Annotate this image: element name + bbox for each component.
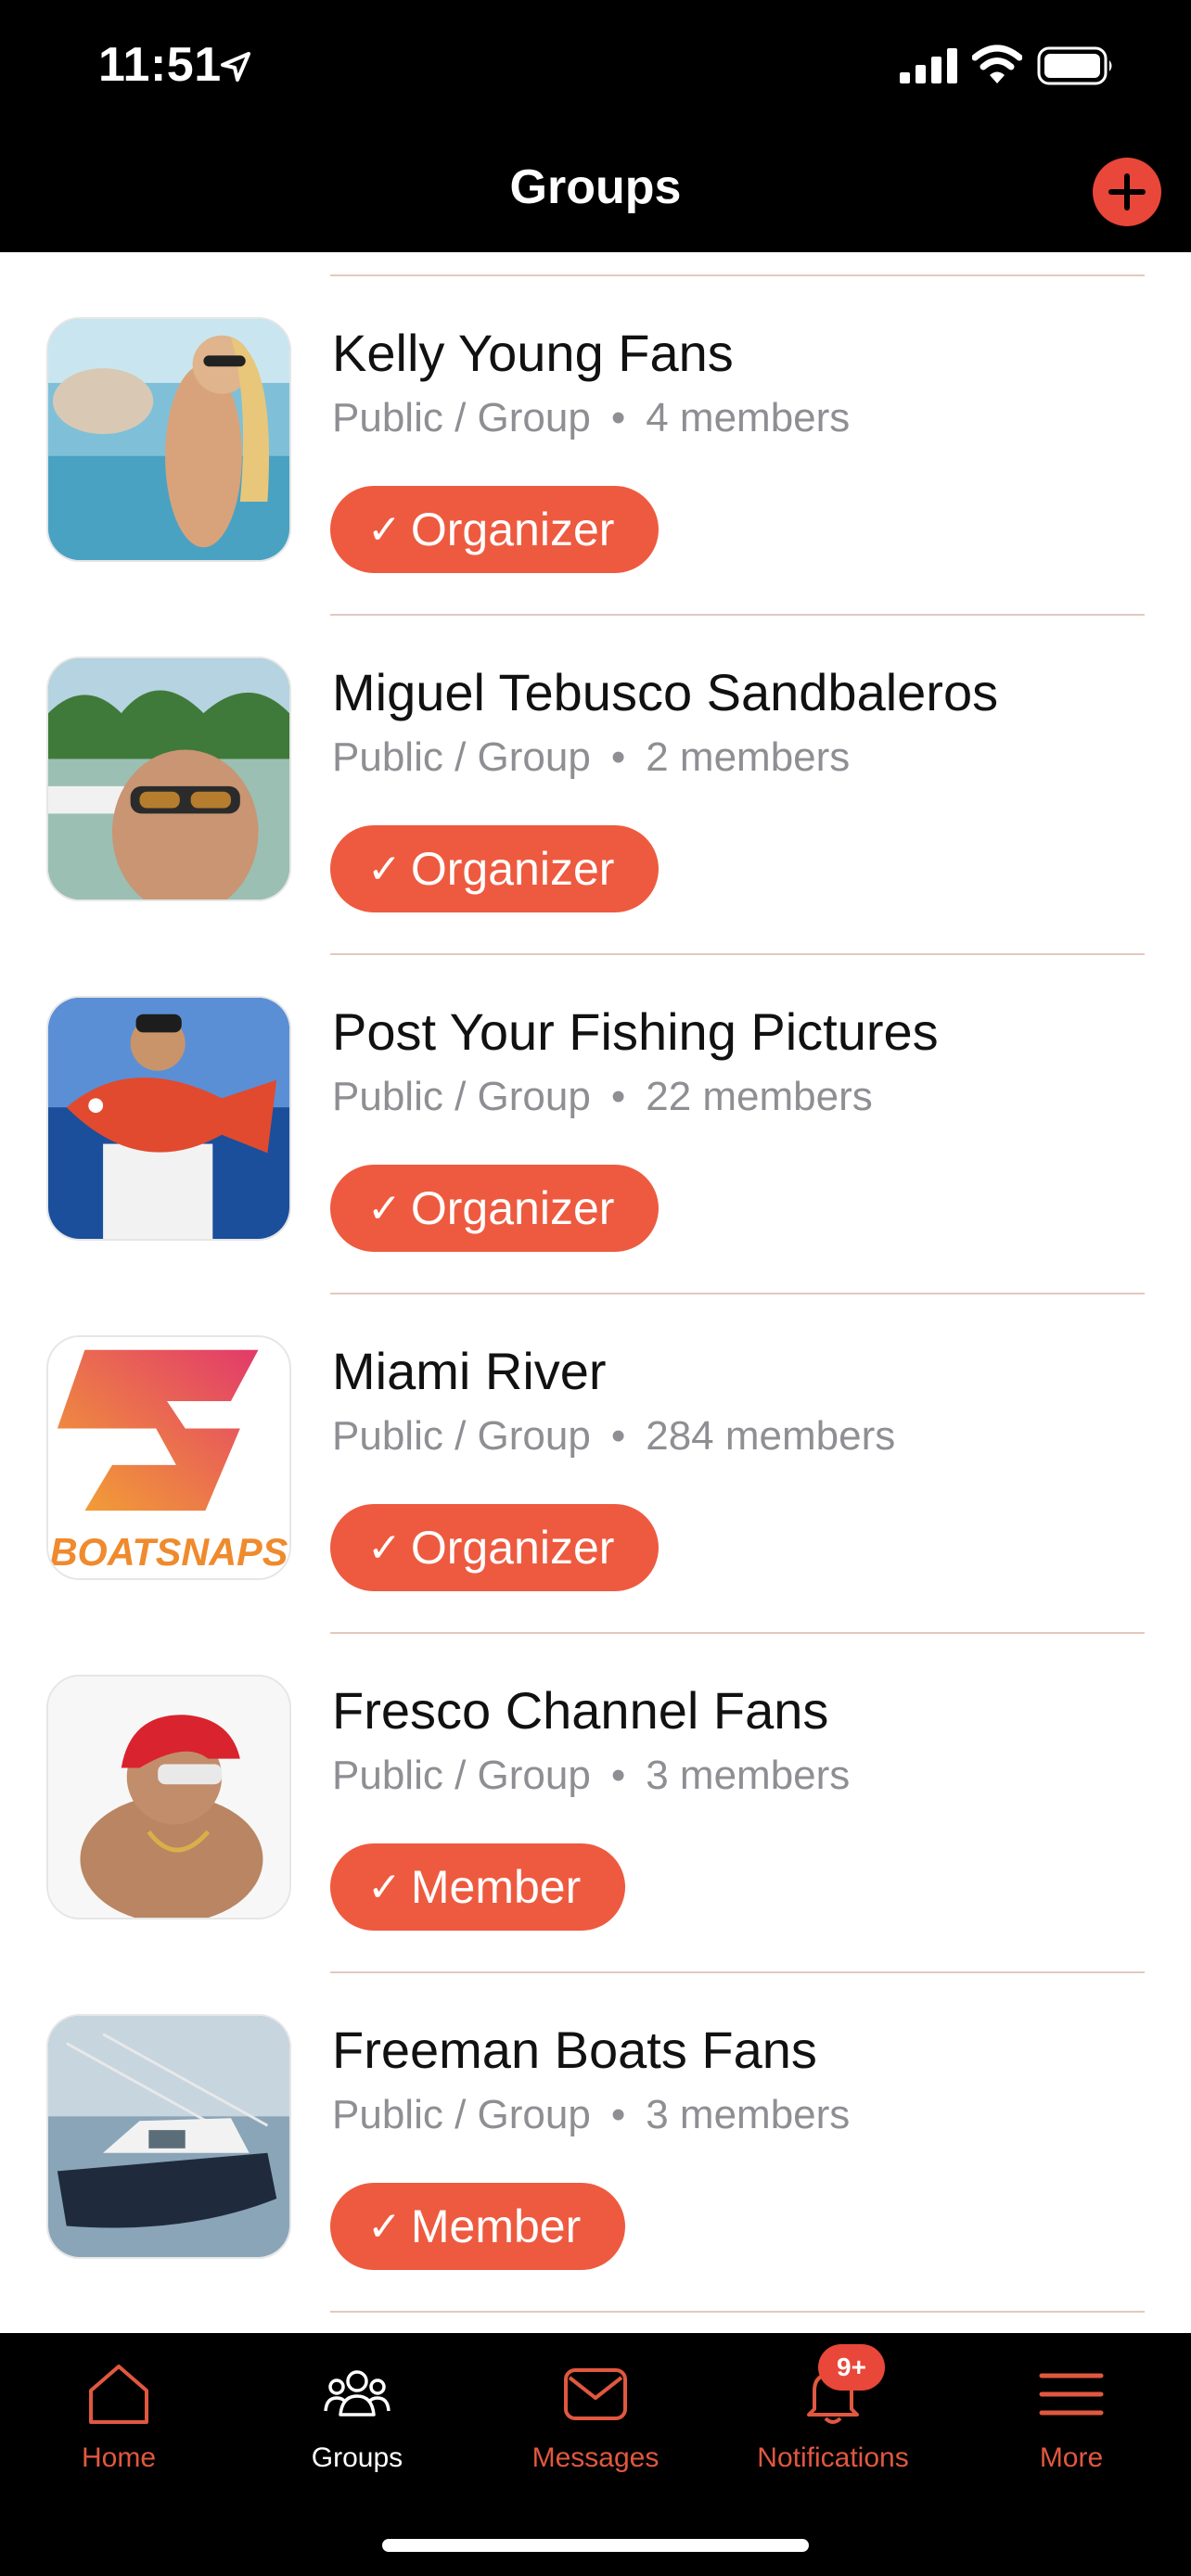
checkmark-icon: ✓ bbox=[367, 2203, 402, 2250]
role-badge[interactable]: ✓ Organizer bbox=[330, 1504, 660, 1591]
group-visibility: Public / Group bbox=[332, 395, 591, 440]
group-visibility: Public / Group bbox=[332, 1413, 591, 1459]
tab-label: Home bbox=[81, 2442, 157, 2473]
tab-home[interactable]: Home bbox=[17, 2359, 221, 2507]
tab-label: Groups bbox=[311, 2442, 403, 2473]
group-members: 2 members bbox=[646, 734, 851, 780]
role-label: Organizer bbox=[410, 843, 615, 895]
group-row-miami-river[interactable]: BOATSNAPS Miami River Public / Group • 284… bbox=[0, 1294, 1191, 1634]
plus-icon bbox=[1108, 173, 1146, 210]
role-label: Organizer bbox=[410, 1522, 615, 1574]
tab-label: Messages bbox=[531, 2442, 660, 2473]
group-thumbnail bbox=[46, 2014, 291, 2259]
group-row-kelly-young-fans[interactable]: Kelly Young Fans Public / Group • 4 member… bbox=[0, 276, 1191, 616]
tab-more[interactable]: More bbox=[969, 2359, 1173, 2507]
group-row-fresco-channel-fans[interactable]: Fresco Channel Fans Public / Group • 3 mem… bbox=[0, 1634, 1191, 1973]
role-badge[interactable]: ✓ Member bbox=[330, 1843, 626, 1931]
role-badge[interactable]: ✓ Member bbox=[330, 2183, 626, 2270]
checkmark-icon: ✓ bbox=[367, 1185, 402, 1231]
group-meta: Public / Group • 4 members bbox=[332, 395, 851, 440]
role-label: Organizer bbox=[410, 504, 615, 555]
location-arrow-icon bbox=[221, 52, 250, 82]
group-row-post-your-fishing-pictures[interactable]: Post Your Fishing Pictures Public / Grou… bbox=[0, 955, 1191, 1294]
checkmark-icon: ✓ bbox=[367, 506, 402, 553]
role-badge[interactable]: ✓ Organizer bbox=[330, 486, 660, 573]
notification-count-badge: 9+ bbox=[818, 2344, 885, 2391]
group-list[interactable]: Kelly Young Fans Public / Group • 4 member… bbox=[0, 252, 1191, 2333]
group-visibility: Public / Group bbox=[332, 2092, 591, 2137]
role-label: Member bbox=[410, 1861, 582, 1913]
role-badge[interactable]: ✓ Organizer bbox=[330, 825, 660, 912]
boatsnaps-logo: BOATSNAPS bbox=[46, 1335, 291, 1580]
group-meta: Public / Group • 3 members bbox=[332, 1753, 851, 1798]
group-name: Post Your Fishing Pictures bbox=[332, 1002, 939, 1061]
tab-messages[interactable]: Messages bbox=[493, 2359, 698, 2507]
divider bbox=[330, 2311, 1145, 2313]
tab-groups[interactable]: Groups bbox=[255, 2359, 459, 2507]
checkmark-icon: ✓ bbox=[367, 1864, 402, 1910]
group-members: 284 members bbox=[646, 1413, 896, 1459]
group-thumbnail bbox=[46, 317, 291, 562]
messages-icon bbox=[564, 2368, 627, 2420]
home-icon bbox=[89, 2365, 148, 2424]
home-indicator[interactable] bbox=[382, 2539, 809, 2552]
status-time: 11:51 bbox=[98, 38, 222, 92]
group-name: Freeman Boats Fans bbox=[332, 2021, 817, 2079]
cellular-signal-icon bbox=[900, 48, 957, 83]
group-visibility: Public / Group bbox=[332, 1074, 591, 1119]
tab-label: More bbox=[1039, 2442, 1104, 2473]
group-members: 22 members bbox=[646, 1074, 873, 1119]
group-thumbnail bbox=[46, 1675, 291, 1919]
group-thumbnail bbox=[46, 996, 291, 1241]
group-thumbnail bbox=[46, 657, 291, 901]
group-members: 3 members bbox=[646, 1753, 851, 1798]
page-title: Groups bbox=[509, 160, 682, 214]
tab-label: Notifications bbox=[757, 2442, 909, 2473]
checkmark-icon: ✓ bbox=[367, 1524, 402, 1571]
group-name: Fresco Channel Fans bbox=[332, 1681, 829, 1740]
logo-text: BOATSNAPS bbox=[50, 1531, 288, 1574]
top-bar: 11:51 Groups bbox=[0, 0, 1191, 252]
group-name: Kelly Young Fans bbox=[332, 324, 734, 382]
group-name: Miami River bbox=[332, 1342, 607, 1400]
role-label: Organizer bbox=[410, 1182, 615, 1234]
group-meta: Public / Group • 2 members bbox=[332, 734, 851, 780]
group-row-miguel-tebusco[interactable]: Miguel Tebusco Sandbaleros Public / Grou… bbox=[0, 616, 1191, 955]
wifi-icon bbox=[972, 45, 1022, 83]
menu-icon bbox=[1039, 2373, 1104, 2416]
add-group-button[interactable] bbox=[1093, 158, 1161, 226]
role-badge[interactable]: ✓ Organizer bbox=[330, 1165, 660, 1252]
battery-icon bbox=[1037, 46, 1112, 85]
role-label: Member bbox=[410, 2200, 582, 2252]
group-members: 4 members bbox=[646, 395, 851, 440]
group-meta: Public / Group • 3 members bbox=[332, 2092, 851, 2137]
group-visibility: Public / Group bbox=[332, 734, 591, 780]
checkmark-icon: ✓ bbox=[367, 846, 402, 892]
groups-icon bbox=[324, 2370, 391, 2417]
group-visibility: Public / Group bbox=[332, 1753, 591, 1798]
group-meta: Public / Group • 284 members bbox=[332, 1413, 896, 1459]
group-meta: Public / Group • 22 members bbox=[332, 1074, 873, 1119]
group-row-freeman-boats-fans[interactable]: Freeman Boats Fans Public / Group • 3 memb… bbox=[0, 1973, 1191, 2313]
group-name: Miguel Tebusco Sandbaleros bbox=[332, 663, 999, 721]
group-members: 3 members bbox=[646, 2092, 851, 2137]
